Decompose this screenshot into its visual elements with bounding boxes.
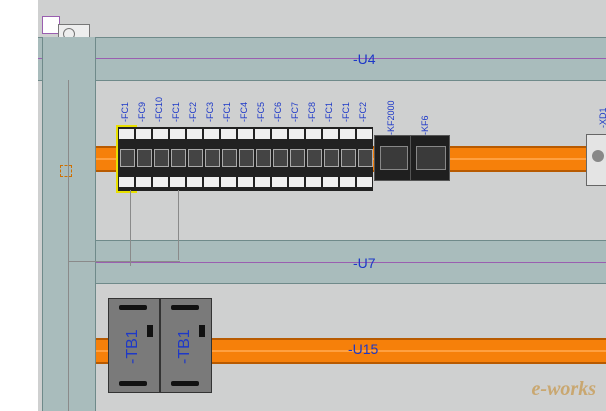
breaker-label: -FC1: [324, 102, 334, 122]
breaker-label: -FC10: [154, 96, 164, 122]
breaker[interactable]: [271, 127, 288, 191]
wire-line: [178, 190, 179, 260]
breaker-label: -FC1: [222, 102, 232, 122]
terminal-label-xd1: -XD1: [598, 107, 606, 128]
breaker-label: -FC1: [171, 102, 181, 122]
duct-label-u4: -U4: [353, 51, 376, 67]
breaker[interactable]: [169, 127, 186, 191]
breaker[interactable]: [356, 127, 373, 191]
breaker-label: -FC9: [137, 102, 147, 122]
watermark-logo: e-works: [531, 378, 596, 400]
breaker-label: -FC5: [256, 102, 266, 122]
breaker-label: -FC6: [273, 102, 283, 122]
relay-label-kf2000: -KF2000: [386, 100, 396, 135]
cable-duct-vertical[interactable]: [42, 37, 96, 411]
breaker[interactable]: [288, 127, 305, 191]
breaker-label: -FC3: [205, 102, 215, 122]
cable-duct-u4[interactable]: [38, 37, 606, 81]
breaker[interactable]: [339, 127, 356, 191]
wire-line: [68, 261, 180, 262]
breaker[interactable]: [305, 127, 322, 191]
breaker-label: -FC2: [188, 102, 198, 122]
breaker[interactable]: [116, 125, 137, 193]
breaker-label: -FC1: [341, 102, 351, 122]
relay-kf2000[interactable]: [374, 135, 412, 181]
power-supply-label: -TB1: [124, 329, 141, 364]
power-supply-tb1[interactable]: -TB1: [160, 298, 212, 393]
breaker[interactable]: [186, 127, 203, 191]
breaker[interactable]: [152, 127, 169, 191]
relay-kf6[interactable]: [410, 135, 450, 181]
breaker-label: -FC4: [239, 102, 249, 122]
power-supply-tb1[interactable]: -TB1: [108, 298, 160, 393]
wire-line: [68, 80, 69, 411]
duct-label-u7: -U7: [353, 255, 376, 271]
terminal-xd1[interactable]: [586, 134, 606, 186]
breaker[interactable]: [322, 127, 339, 191]
breaker[interactable]: [220, 127, 237, 191]
breaker[interactable]: [237, 127, 254, 191]
selection-marker[interactable]: [60, 165, 72, 177]
breaker-label: -FC7: [290, 102, 300, 122]
breaker-label: -FC8: [307, 102, 317, 122]
breaker-label: -FC1: [120, 102, 130, 122]
drawing-canvas[interactable]: -U4 -FC1 -FC9 -FC10 -FC1 -FC2 -FC3 -FC1 …: [38, 0, 606, 411]
duct-centerline-u7: [96, 262, 606, 263]
breaker[interactable]: [254, 127, 271, 191]
rail-label-u15: -U15: [348, 341, 379, 357]
power-supply-label: -TB1: [176, 329, 193, 364]
relay-label-kf6: -KF6: [420, 115, 430, 135]
breaker-label: -FC2: [358, 102, 368, 122]
breaker[interactable]: [135, 127, 152, 191]
breaker[interactable]: [203, 127, 220, 191]
left-margin-panel: [0, 0, 39, 411]
wire-line: [130, 190, 131, 266]
duct-centerline-u4: [38, 58, 606, 59]
